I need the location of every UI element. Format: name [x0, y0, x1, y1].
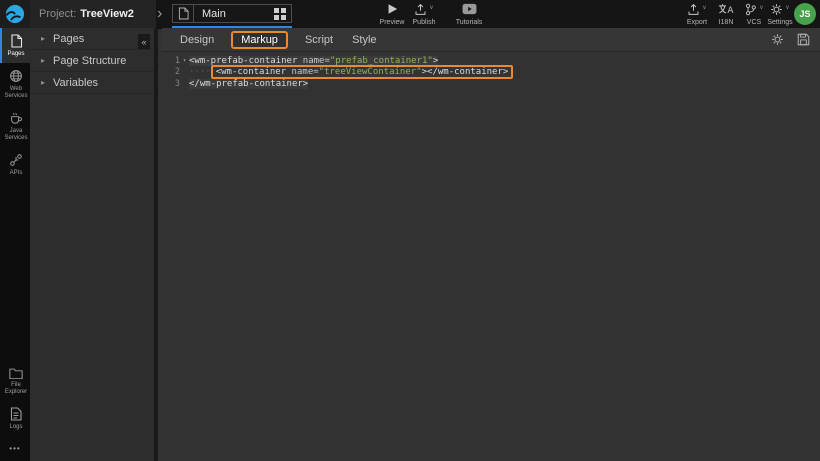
code-fold-arrow-icon[interactable]: ▾ — [180, 57, 189, 64]
open-page-tab-main[interactable]: Main — [172, 4, 292, 23]
vcs-label: VCS — [747, 19, 761, 26]
logs-document-icon — [10, 407, 22, 421]
publish-chevron-icon: ∨ — [429, 3, 433, 13]
tab-markup[interactable]: Markup — [231, 31, 288, 49]
token-str: "treeViewContainer" — [319, 67, 422, 77]
wavemaker-logo[interactable] — [0, 0, 30, 28]
tab-style[interactable]: Style — [350, 32, 378, 48]
publish-button[interactable]: ∨ Publish — [406, 3, 442, 26]
tutorials-label: Tutorials — [456, 19, 483, 26]
token-tag: <wm-prefab-container — [189, 56, 297, 66]
tab-script[interactable]: Script — [303, 32, 335, 48]
coffee-cup-icon — [9, 111, 23, 125]
wavemaker-logo-icon — [5, 4, 25, 24]
globe-icon — [9, 69, 23, 83]
rail-item-label: Web Services — [2, 86, 30, 100]
svg-text:A: A — [727, 6, 733, 15]
editor-panel: Design Markup Script Style — [162, 28, 820, 461]
i18n-language-icon: A — [718, 3, 734, 16]
top-bar: Project: TreeView2 › Main — [0, 0, 820, 29]
sidebar-section-pages[interactable]: ▸ Pages — [30, 28, 154, 50]
code-line[interactable]: 2····<wm-container name="treeViewContain… — [162, 67, 820, 79]
rail-item-label: Logs — [9, 424, 22, 431]
rail-item-apis[interactable]: APIs — [0, 147, 30, 182]
editor-tab-bar: Design Markup Script Style — [162, 28, 820, 52]
rail-item-java-services[interactable]: Java Services — [0, 105, 30, 147]
sidebar-section-label: Page Structure — [53, 55, 126, 67]
breadcrumb-chevron-icon: › — [157, 2, 162, 26]
sidebar-collapse-button[interactable]: « — [138, 34, 150, 49]
token-str: "prefab_container1" — [330, 56, 433, 66]
pages-sidebar-panel: ▸ Pages ▸ Page Structure ▸ Variables « — [30, 28, 158, 461]
export-upload-icon — [687, 3, 700, 16]
more-dots-icon: ••• — [9, 444, 20, 453]
settings-chevron-icon: ∨ — [785, 3, 789, 13]
user-avatar[interactable]: JS — [794, 3, 816, 25]
section-expand-arrow-icon: ▸ — [41, 34, 45, 43]
rail-more-button[interactable]: ••• — [0, 436, 30, 461]
sidebar-section-label: Pages — [53, 33, 84, 45]
token-attr: name= — [286, 67, 319, 77]
section-expand-arrow-icon: ▸ — [41, 56, 45, 65]
rail-item-label: APIs — [10, 170, 23, 177]
whitespace-dots: ···· — [189, 67, 211, 77]
left-icon-rail: Pages Web Services Java Services — [0, 28, 30, 461]
i18n-label: I18N — [719, 19, 734, 26]
token-tag: > — [433, 56, 438, 66]
folder-icon — [9, 367, 23, 379]
project-name: TreeView2 — [80, 8, 134, 20]
code-segment: <wm-prefab-container name="prefab_contai… — [189, 56, 438, 66]
code-line[interactable]: 3 </wm-prefab-container> — [162, 78, 820, 90]
line-number: 1 — [162, 56, 180, 66]
token-tag: <wm-container — [216, 67, 286, 77]
editor-tab-actions — [771, 33, 820, 46]
save-icon[interactable] — [797, 33, 810, 46]
rail-item-pages[interactable]: Pages — [0, 28, 30, 63]
editor-settings-gear-icon[interactable] — [771, 33, 784, 46]
api-nodes-icon — [9, 153, 23, 167]
token-tag: </wm-prefab-container> — [189, 79, 308, 89]
preview-button[interactable]: Preview — [376, 3, 408, 26]
tab-design[interactable]: Design — [178, 32, 216, 48]
export-label: Export — [687, 19, 707, 26]
project-label: Project: — [39, 8, 76, 20]
tutorials-button[interactable]: Tutorials — [450, 3, 488, 26]
project-breadcrumb: Project: TreeView2 — [30, 0, 156, 28]
page-switcher-grid-icon[interactable] — [269, 8, 291, 20]
settings-button[interactable]: ∨ Settings — [764, 3, 796, 26]
highlighted-code-segment: <wm-container name="treeViewContainer"><… — [211, 65, 514, 79]
rail-item-web-services[interactable]: Web Services — [0, 63, 30, 105]
sidebar-section-page-structure[interactable]: ▸ Page Structure — [30, 50, 154, 72]
sidebar-section-label: Variables — [53, 77, 98, 89]
preview-play-icon — [386, 3, 398, 16]
rail-item-file-explorer[interactable]: File Explorer — [0, 361, 30, 401]
settings-label: Settings — [767, 19, 792, 26]
code-area[interactable]: 1▾<wm-prefab-container name="prefab_cont… — [162, 52, 820, 90]
rail-item-logs[interactable]: Logs — [0, 401, 30, 436]
export-button[interactable]: ∨ Export — [680, 3, 714, 26]
code-segment: </wm-prefab-container> — [189, 79, 308, 89]
rail-spacer — [0, 182, 30, 361]
vcs-branch-icon — [744, 3, 757, 16]
preview-label: Preview — [380, 19, 405, 26]
section-expand-arrow-icon: ▸ — [41, 78, 45, 87]
rail-item-label: Java Services — [2, 128, 30, 142]
rail-item-label: Pages — [7, 51, 24, 58]
export-chevron-icon: ∨ — [702, 3, 706, 13]
wavemaker-studio: Project: TreeView2 › Main — [0, 0, 820, 461]
open-page-tab-label: Main — [194, 8, 269, 20]
line-number: 3 — [162, 79, 180, 89]
rail-item-label: File Explorer — [2, 382, 30, 396]
tutorials-video-icon — [462, 3, 477, 16]
i18n-button[interactable]: A I18N — [712, 3, 740, 26]
sidebar-section-variables[interactable]: ▸ Variables — [30, 72, 154, 94]
token-attr: name= — [297, 56, 330, 66]
page-file-icon — [173, 5, 194, 22]
pages-icon — [10, 34, 23, 48]
line-number: 2 — [162, 67, 180, 77]
token-tag: ></wm-container> — [422, 67, 509, 77]
settings-gear-icon — [770, 3, 783, 16]
publish-upload-icon — [414, 3, 427, 16]
publish-label: Publish — [413, 19, 436, 26]
